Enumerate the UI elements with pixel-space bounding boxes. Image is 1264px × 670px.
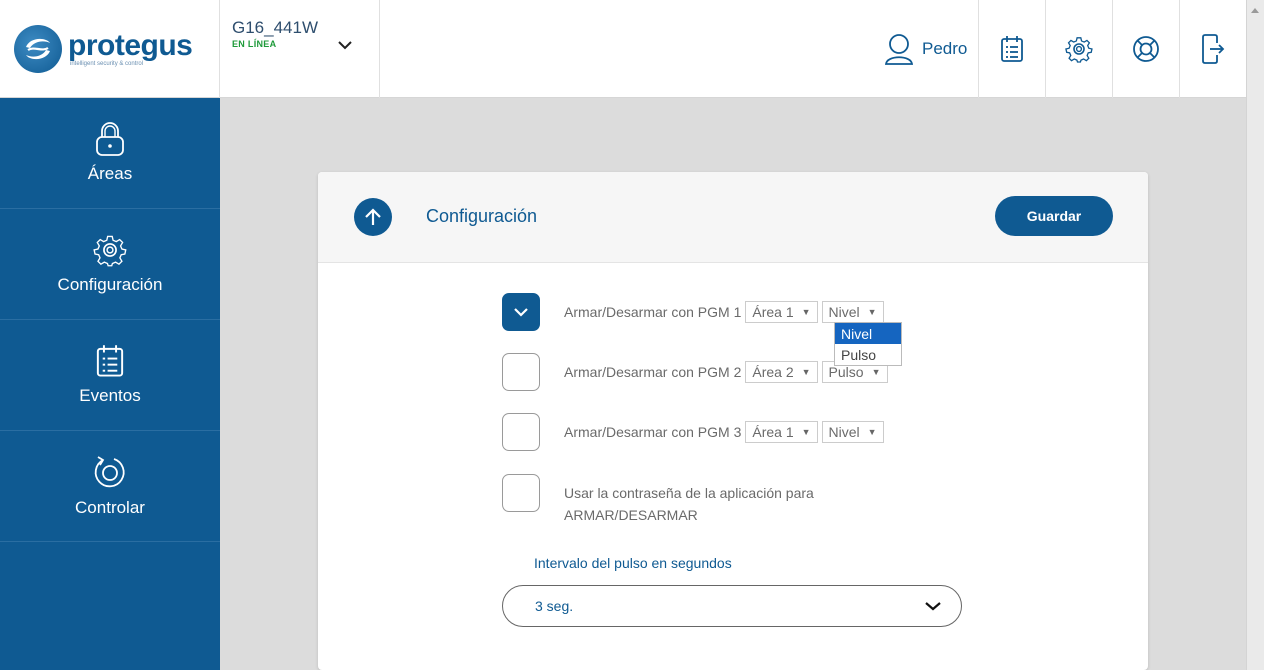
interval-select[interactable]: 3 seg. bbox=[502, 585, 962, 627]
sidebar-item-label: Configuración bbox=[57, 275, 163, 294]
pgm2-area-select[interactable]: Área 2 ▼ bbox=[745, 361, 818, 383]
settings-header-button[interactable] bbox=[1045, 0, 1112, 98]
dropdown-arrow-icon: ▼ bbox=[801, 427, 811, 437]
logo[interactable]: protegus intelligent security & control bbox=[0, 0, 220, 98]
help-header-button[interactable] bbox=[1112, 0, 1179, 98]
card-header: Configuración Guardar bbox=[318, 172, 1148, 263]
device-name: G16_441W bbox=[232, 18, 318, 37]
card-title: Configuración bbox=[426, 206, 538, 226]
vertical-scrollbar[interactable] bbox=[1246, 0, 1264, 670]
pgm2-area-value: Área 2 bbox=[752, 364, 794, 380]
pgm3-checkbox[interactable] bbox=[502, 413, 540, 451]
logo-tagline: intelligent security & control bbox=[70, 61, 144, 67]
logout-header-button[interactable] bbox=[1179, 0, 1246, 98]
pgm2-label: Armar/Desarmar con PGM 2 bbox=[564, 364, 742, 380]
pgm1-area-select[interactable]: Área 1 ▼ bbox=[745, 301, 818, 323]
dropdown-arrow-icon: ▼ bbox=[867, 307, 877, 317]
scroll-up-arrow-icon[interactable] bbox=[1251, 8, 1259, 13]
pgm3-area-select[interactable]: Área 1 ▼ bbox=[745, 421, 818, 443]
logout-icon bbox=[1202, 34, 1225, 64]
pgm3-label: Armar/Desarmar con PGM 3 bbox=[564, 424, 742, 440]
pgm2-mode-value: Pulso bbox=[828, 364, 864, 380]
calendar-list-icon bbox=[1001, 36, 1023, 62]
user-name: Pedro bbox=[922, 39, 968, 58]
check-icon bbox=[514, 308, 528, 317]
gear-icon bbox=[1065, 37, 1093, 63]
interval-label: Intervalo del pulso en segundos bbox=[534, 555, 732, 571]
dropdown-arrow-icon: ▼ bbox=[801, 367, 811, 377]
user-icon bbox=[884, 34, 914, 65]
dropdown-arrow-icon: ▼ bbox=[871, 367, 881, 377]
sidebar-item-eventos[interactable]: Eventos bbox=[0, 320, 220, 431]
pgm-row-1: Armar/Desarmar con PGM 1 Área 1 ▼ Nivel … bbox=[502, 293, 884, 331]
sidebar-item-configuracion[interactable]: Configuración bbox=[0, 209, 220, 320]
chevron-down-icon bbox=[925, 602, 941, 611]
device-status-badge: EN LÍNEA bbox=[232, 39, 277, 49]
arrow-up-icon bbox=[365, 208, 381, 225]
sidebar-item-controlar[interactable]: Controlar bbox=[0, 431, 220, 542]
dropdown-arrow-icon: ▼ bbox=[867, 427, 877, 437]
pgm1-mode-select[interactable]: Nivel ▼ bbox=[821, 301, 884, 323]
save-button[interactable]: Guardar bbox=[995, 196, 1113, 236]
pgm1-mode-value: Nivel bbox=[828, 304, 860, 320]
mode-option-nivel[interactable]: Nivel bbox=[835, 323, 901, 344]
pgm3-mode-value: Nivel bbox=[828, 424, 860, 440]
protegus-logo-icon bbox=[14, 25, 62, 73]
app-password-label: Usar la contraseña de la aplicación para… bbox=[564, 485, 814, 523]
user-menu[interactable]: Pedro bbox=[874, 0, 978, 98]
sidebar-item-areas[interactable]: Áreas bbox=[0, 98, 220, 209]
sidebar-item-label: Eventos bbox=[79, 386, 141, 405]
header-spacer bbox=[380, 0, 874, 97]
pgm1-checkbox[interactable] bbox=[502, 293, 540, 331]
calendar-list-icon bbox=[96, 345, 124, 377]
lock-icon bbox=[96, 122, 124, 156]
sidebar-item-label: Áreas bbox=[87, 164, 133, 183]
mode-dropdown-list[interactable]: Nivel Pulso bbox=[834, 322, 902, 366]
configuration-card: Configuración Guardar Armar/Desarmar con… bbox=[318, 172, 1148, 670]
app-password-checkbox[interactable] bbox=[502, 474, 540, 512]
pgm-row-3: Armar/Desarmar con PGM 3 Área 1 ▼ Nivel … bbox=[502, 413, 884, 451]
chevron-down-icon[interactable] bbox=[338, 40, 352, 50]
pgm2-checkbox[interactable] bbox=[502, 353, 540, 391]
pgm-row-2: Armar/Desarmar con PGM 2 Área 2 ▼ Pulso … bbox=[502, 353, 888, 391]
top-header: protegus intelligent security & control … bbox=[0, 0, 1246, 98]
dropdown-arrow-icon: ▼ bbox=[801, 307, 811, 317]
gear-icon bbox=[93, 235, 127, 267]
app-password-row: Usar la contraseña de la aplicación para… bbox=[502, 474, 864, 526]
pgm1-area-value: Área 1 bbox=[752, 304, 794, 320]
device-selector[interactable]: G16_441W EN LÍNEA bbox=[220, 0, 380, 98]
rotate-icon bbox=[94, 456, 125, 488]
collapse-button[interactable] bbox=[354, 198, 392, 236]
events-header-button[interactable] bbox=[978, 0, 1045, 98]
mode-option-pulso[interactable]: Pulso bbox=[835, 344, 901, 365]
interval-value: 3 seg. bbox=[535, 598, 574, 614]
sidebar-item-label: Controlar bbox=[75, 498, 145, 517]
logo-wordmark: protegus bbox=[68, 29, 193, 62]
sidebar: Áreas Configuración Eventos Controlar bbox=[0, 98, 220, 670]
pgm3-mode-select[interactable]: Nivel ▼ bbox=[821, 421, 884, 443]
lifebuoy-icon bbox=[1133, 36, 1159, 62]
pgm1-label: Armar/Desarmar con PGM 1 bbox=[564, 304, 742, 320]
pgm3-area-value: Área 1 bbox=[752, 424, 794, 440]
